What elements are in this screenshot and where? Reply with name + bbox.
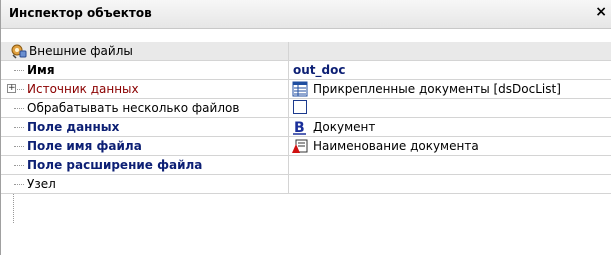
- property-row-node[interactable]: Узел: [1, 175, 611, 194]
- process-multiple-checkbox[interactable]: [293, 100, 307, 114]
- expand-plus-icon[interactable]: +: [7, 84, 16, 93]
- property-name-cell: Поле имя файла: [1, 137, 289, 156]
- close-icon[interactable]: ×: [595, 4, 607, 20]
- property-value-cell[interactable]: [289, 156, 611, 175]
- property-name-cell: Обрабатывать несколько файлов: [1, 99, 289, 118]
- tree-branch: [14, 127, 24, 128]
- property-row-process-multiple[interactable]: Обрабатывать несколько файлов: [1, 99, 611, 118]
- category-name-cell: Внешние файлы: [1, 42, 289, 61]
- text-field-icon: [292, 139, 308, 153]
- property-label-process-multiple: Обрабатывать несколько файлов: [27, 101, 240, 115]
- svg-text:B: B: [294, 120, 305, 135]
- property-name-cell: Имя: [1, 61, 289, 80]
- property-value-cell[interactable]: Наименование документа: [289, 137, 611, 156]
- tree-branch: [14, 165, 24, 166]
- property-name-cell: Узел: [1, 175, 289, 194]
- bold-b-icon: B: [293, 120, 306, 135]
- property-value-cell[interactable]: B Документ: [289, 118, 611, 137]
- title-bar: Инспектор объектов ×: [1, 0, 611, 29]
- property-value-cell[interactable]: [289, 175, 611, 194]
- category-label: Внешние файлы: [29, 44, 133, 58]
- property-value-data-field: Документ: [313, 120, 376, 134]
- settings-tools-icon: [11, 44, 27, 59]
- property-row-filename-field[interactable]: Поле имя файла Наименование документа: [1, 137, 611, 156]
- property-label-node: Узел: [27, 177, 56, 191]
- panel-title: Инспектор объектов: [9, 6, 152, 20]
- category-row[interactable]: Внешние файлы: [1, 42, 611, 61]
- tree-branch: [14, 108, 24, 109]
- property-value-cell[interactable]: out_doc: [289, 61, 611, 80]
- property-name-cell: Поле данных: [1, 118, 289, 137]
- tree-branch: [14, 70, 24, 71]
- property-name-cell: + Источник данных: [1, 80, 289, 99]
- property-label-data-source: Источник данных: [27, 82, 139, 96]
- tree-branch: [14, 184, 24, 185]
- category-value-cell: [289, 42, 611, 61]
- property-value-filename-field: Наименование документа: [313, 139, 479, 153]
- object-inspector-panel: Инспектор объектов × Внешние файлы Имя o…: [0, 0, 611, 255]
- property-value-cell[interactable]: [289, 99, 611, 118]
- property-label-filename-field: Поле имя файла: [27, 139, 142, 153]
- property-value-name: out_doc: [293, 63, 346, 77]
- property-label-data-field: Поле данных: [27, 120, 120, 134]
- property-row-extension-field[interactable]: Поле расширение файла: [1, 156, 611, 175]
- property-label-extension-field: Поле расширение файла: [27, 158, 203, 172]
- property-label-name: Имя: [27, 63, 55, 77]
- property-value-cell[interactable]: Прикрепленные документы [dsDocList]: [289, 80, 611, 99]
- property-name-cell: Поле расширение файла: [1, 156, 289, 175]
- property-row-name[interactable]: Имя out_doc: [1, 61, 611, 80]
- tree-branch: [14, 146, 24, 147]
- table-icon: [292, 81, 308, 97]
- property-row-data-source[interactable]: + Источник данных Прикрепленные документ…: [1, 80, 611, 99]
- tree-branch: [17, 89, 24, 90]
- property-row-data-field[interactable]: Поле данных B Документ: [1, 118, 611, 137]
- property-value-data-source: Прикрепленные документы [dsDocList]: [313, 82, 561, 96]
